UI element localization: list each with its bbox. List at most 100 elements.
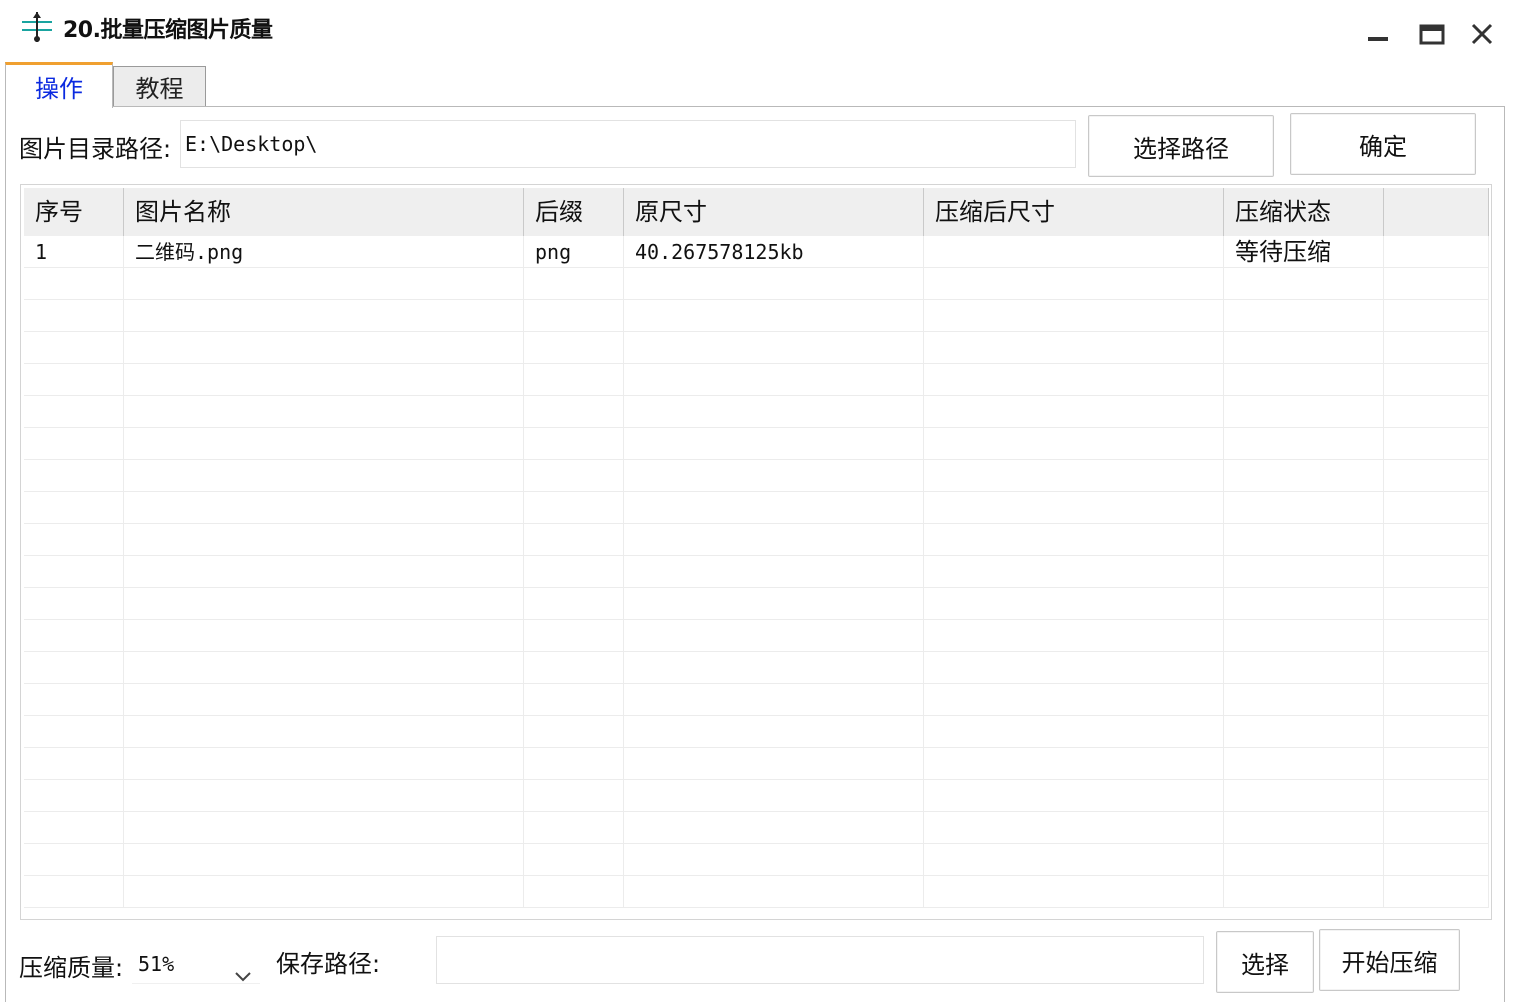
empty-cell xyxy=(1384,684,1489,716)
select-save-path-button[interactable]: 选择 xyxy=(1216,931,1314,993)
empty-cell xyxy=(124,588,524,620)
cell-empty xyxy=(1384,236,1489,268)
chevron-down-icon xyxy=(234,956,252,996)
empty-cell xyxy=(624,748,924,780)
empty-cell xyxy=(1224,268,1384,300)
empty-cell xyxy=(924,876,1224,908)
empty-table-row xyxy=(24,844,1489,876)
empty-cell xyxy=(1224,300,1384,332)
empty-cell xyxy=(124,460,524,492)
empty-cell xyxy=(124,844,524,876)
empty-cell xyxy=(924,492,1224,524)
empty-cell xyxy=(624,428,924,460)
empty-cell xyxy=(924,652,1224,684)
empty-cell xyxy=(524,492,624,524)
empty-cell xyxy=(524,556,624,588)
empty-cell xyxy=(624,588,924,620)
empty-cell xyxy=(924,556,1224,588)
empty-cell xyxy=(524,780,624,812)
column-header-name[interactable]: 图片名称 xyxy=(124,188,524,236)
quality-select[interactable]: 51% xyxy=(132,944,260,984)
empty-cell xyxy=(1224,620,1384,652)
empty-cell xyxy=(1384,716,1489,748)
column-header-compressed-size[interactable]: 压缩后尺寸 xyxy=(924,188,1224,236)
empty-cell xyxy=(1384,460,1489,492)
empty-cell xyxy=(524,652,624,684)
table-row[interactable]: 1 二维码.png png 40.267578125kb 等待压缩 xyxy=(24,236,1489,268)
empty-cell xyxy=(1224,684,1384,716)
empty-cell xyxy=(24,396,124,428)
empty-cell xyxy=(524,396,624,428)
empty-cell xyxy=(924,428,1224,460)
empty-cell xyxy=(1384,876,1489,908)
empty-table-row xyxy=(24,300,1489,332)
empty-cell xyxy=(124,780,524,812)
empty-cell xyxy=(124,812,524,844)
empty-cell xyxy=(924,396,1224,428)
empty-cell xyxy=(1224,844,1384,876)
empty-cell xyxy=(624,556,924,588)
table-header: 序号 图片名称 后缀 原尺寸 压缩后尺寸 压缩状态 xyxy=(24,188,1489,236)
empty-cell xyxy=(524,332,624,364)
empty-cell xyxy=(24,620,124,652)
empty-cell xyxy=(924,332,1224,364)
cell-compressed-size xyxy=(924,236,1224,268)
empty-cell xyxy=(1224,428,1384,460)
empty-cell xyxy=(1224,396,1384,428)
empty-cell xyxy=(24,748,124,780)
column-header-index[interactable]: 序号 xyxy=(24,188,124,236)
dir-path-label: 图片目录路径: xyxy=(19,135,172,163)
empty-cell xyxy=(524,844,624,876)
confirm-button[interactable]: 确定 xyxy=(1290,113,1476,175)
save-path-input[interactable] xyxy=(436,936,1204,984)
empty-cell xyxy=(924,748,1224,780)
start-compress-button[interactable]: 开始压缩 xyxy=(1319,929,1460,991)
column-header-original-size[interactable]: 原尺寸 xyxy=(624,188,924,236)
empty-cell xyxy=(24,524,124,556)
empty-cell xyxy=(1224,364,1384,396)
empty-cell xyxy=(624,492,924,524)
empty-table-row xyxy=(24,876,1489,908)
empty-cell xyxy=(1384,620,1489,652)
quality-value: 51% xyxy=(138,952,175,976)
column-header-status[interactable]: 压缩状态 xyxy=(1224,188,1384,236)
empty-cell xyxy=(24,364,124,396)
empty-cell xyxy=(924,364,1224,396)
empty-cell xyxy=(124,716,524,748)
dir-path-input[interactable] xyxy=(180,120,1076,168)
empty-cell xyxy=(1224,460,1384,492)
empty-cell xyxy=(1224,716,1384,748)
empty-cell xyxy=(24,300,124,332)
choose-path-button[interactable]: 选择路径 xyxy=(1088,115,1274,177)
empty-cell xyxy=(1224,556,1384,588)
empty-table-row xyxy=(24,652,1489,684)
cell-suffix: png xyxy=(524,236,624,268)
empty-cell xyxy=(124,556,524,588)
empty-cell xyxy=(24,684,124,716)
empty-cell xyxy=(924,780,1224,812)
empty-cell xyxy=(24,492,124,524)
empty-cell xyxy=(24,844,124,876)
empty-cell xyxy=(1224,876,1384,908)
empty-cell xyxy=(124,684,524,716)
empty-cell xyxy=(1224,748,1384,780)
empty-cell xyxy=(924,812,1224,844)
empty-cell xyxy=(524,716,624,748)
column-header-suffix[interactable]: 后缀 xyxy=(524,188,624,236)
table-body: 1 二维码.png png 40.267578125kb 等待压缩 xyxy=(24,236,1489,908)
empty-cell xyxy=(624,268,924,300)
empty-cell xyxy=(1384,748,1489,780)
empty-cell xyxy=(624,396,924,428)
cell-status: 等待压缩 xyxy=(1224,236,1384,268)
empty-cell xyxy=(1384,332,1489,364)
empty-cell xyxy=(1384,812,1489,844)
empty-cell xyxy=(624,620,924,652)
empty-cell xyxy=(1384,588,1489,620)
empty-cell xyxy=(124,620,524,652)
empty-table-row xyxy=(24,364,1489,396)
empty-cell xyxy=(124,428,524,460)
empty-table-row xyxy=(24,716,1489,748)
empty-cell xyxy=(924,524,1224,556)
empty-cell xyxy=(124,876,524,908)
empty-cell xyxy=(624,652,924,684)
